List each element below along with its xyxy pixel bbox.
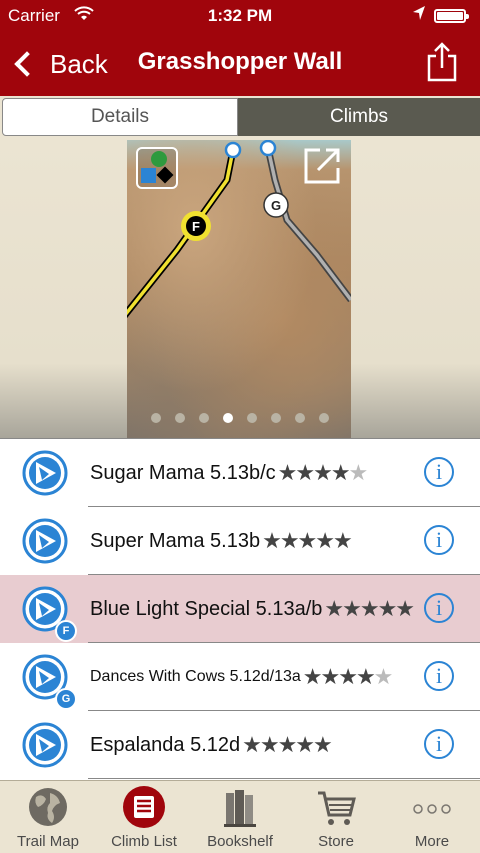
ellipsis-icon — [413, 804, 451, 814]
layers-legend-icon[interactable] — [136, 147, 178, 189]
route-marker-g-label: G — [271, 198, 281, 213]
climb-name: Blue Light Special 5.13a/b — [90, 597, 323, 620]
star-rating: ★★★★★ — [277, 460, 369, 485]
list-item[interactable]: Espalanda 5.12d ★★★★★ i — [0, 711, 480, 779]
page-dot[interactable] — [175, 413, 185, 423]
climb-list: Sugar Mama 5.13b/c ★★★★★ i Super Mama 5.1… — [0, 438, 480, 780]
route-badge: G — [55, 688, 77, 710]
globe-icon — [29, 788, 67, 826]
segmented-control: Details Climbs — [0, 96, 480, 140]
page-dot[interactable] — [247, 413, 257, 423]
wall-photo-area: F G — [0, 140, 480, 438]
route-marker-f[interactable]: F — [181, 211, 211, 241]
climb-name: Espalanda 5.12d — [90, 733, 241, 756]
tab-store-label: Store — [318, 833, 354, 850]
tab-details[interactable]: Details — [2, 98, 238, 136]
info-icon[interactable]: i — [424, 457, 454, 487]
books-icon — [224, 790, 256, 827]
share-icon[interactable] — [426, 42, 458, 82]
tab-more-label: More — [414, 833, 450, 850]
info-icon[interactable]: i — [424, 729, 454, 759]
tab-bookshelf-label: Bookshelf — [207, 833, 273, 850]
tab-store[interactable]: Store — [288, 781, 384, 853]
page-dot[interactable] — [151, 413, 161, 423]
star-rating: ★★★★★ — [302, 664, 394, 689]
expand-icon[interactable] — [302, 146, 342, 186]
climb-type-icon — [22, 450, 68, 496]
page-title: Grasshopper Wall — [137, 48, 343, 75]
page-indicator — [0, 413, 480, 423]
info-icon[interactable]: i — [424, 525, 454, 555]
status-bar: Carrier 1:32 PM — [0, 0, 480, 32]
tab-climb-list-label: Climb List — [111, 833, 177, 850]
list-item[interactable]: Super Mama 5.13b ★★★★★ i — [0, 507, 480, 575]
navigation-bar: Back Grasshopper Wall — [0, 32, 480, 96]
location-arrow-icon — [412, 5, 426, 26]
star-rating: ★★★★★ — [324, 596, 415, 621]
climb-name: Sugar Mama 5.13b/c — [90, 461, 276, 484]
page-dot[interactable] — [319, 413, 329, 423]
tab-climb-list[interactable]: Climb List — [96, 781, 192, 853]
list-item[interactable]: Sugar Mama 5.13b/c ★★★★★ i — [0, 439, 480, 507]
top-bar: Carrier 1:32 PM Back Grasshopper Wall — [0, 0, 480, 96]
info-icon[interactable]: i — [424, 661, 454, 691]
climb-type-icon — [22, 518, 68, 564]
tab-trail-map[interactable]: Trail Map — [0, 781, 96, 853]
tab-bar: Trail Map Climb List Bookshelf Store Mor… — [0, 780, 480, 852]
star-rating: ★★★★★ — [242, 732, 333, 757]
page-dot[interactable] — [271, 413, 281, 423]
cart-icon — [318, 791, 356, 825]
list-icon — [123, 786, 165, 828]
climb-name: Super Mama 5.13b — [90, 529, 261, 552]
list-item[interactable]: G Dances With Cows 5.12d/13a ★★★★★ i — [0, 643, 480, 711]
page-dot[interactable] — [295, 413, 305, 423]
climb-name: Dances With Cows 5.12d/13a — [90, 668, 301, 685]
tab-more[interactable]: More — [384, 781, 480, 853]
list-item-selected[interactable]: F Blue Light Special 5.13a/b ★★★★★ i — [0, 575, 480, 643]
tab-climbs[interactable]: Climbs — [238, 98, 480, 136]
route-marker-g[interactable]: G — [263, 192, 289, 218]
status-time: 1:32 PM — [207, 6, 273, 25]
star-rating: ★★★★★ — [262, 528, 353, 553]
tab-trail-map-label: Trail Map — [17, 833, 79, 850]
page-dot-current[interactable] — [223, 413, 233, 423]
tab-bookshelf[interactable]: Bookshelf — [192, 781, 288, 853]
battery-icon — [434, 9, 469, 23]
page-dot[interactable] — [199, 413, 209, 423]
climb-type-icon — [22, 722, 68, 768]
info-icon[interactable]: i — [424, 593, 454, 623]
route-marker-f-label: F — [192, 219, 200, 234]
route-badge: F — [55, 620, 77, 642]
